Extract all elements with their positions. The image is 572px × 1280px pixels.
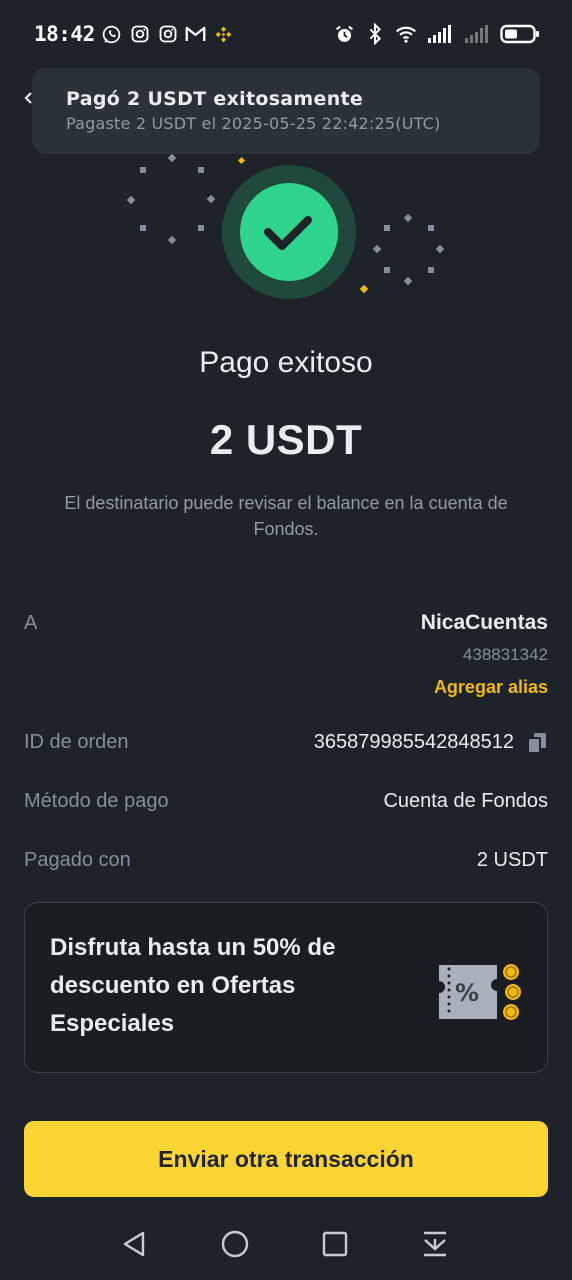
clock: 18:42 bbox=[34, 22, 95, 46]
svg-text:%: % bbox=[455, 979, 479, 1007]
copy-icon[interactable] bbox=[526, 731, 548, 755]
instagram-icon bbox=[129, 23, 151, 45]
notification-shade-icon[interactable] bbox=[419, 1228, 451, 1260]
back-arrow-icon[interactable] bbox=[24, 92, 32, 104]
add-alias-link[interactable]: Agregar alias bbox=[434, 677, 548, 698]
system-nav-bar bbox=[0, 1210, 572, 1280]
whatsapp-icon bbox=[101, 23, 123, 45]
payment-method-value: Cuenta de Fondos bbox=[383, 790, 548, 812]
discount-coupon-icon: % bbox=[439, 964, 521, 1020]
instagram-icon bbox=[157, 23, 179, 45]
paid-with-value: 2 USDT bbox=[476, 849, 548, 871]
order-id-label: ID de orden bbox=[24, 731, 129, 753]
result-note: El destinatario puede revisar el balance… bbox=[64, 493, 508, 539]
result-title: Pago exitoso bbox=[199, 346, 373, 379]
recipient-label: A bbox=[24, 612, 38, 634]
success-illustration bbox=[126, 153, 445, 299]
paid-with-label: Pagado con bbox=[24, 849, 131, 871]
home-icon[interactable] bbox=[219, 1228, 251, 1260]
promo-banner[interactable]: Disfruta hasta un 50% de descuento en Of… bbox=[24, 902, 548, 1073]
send-another-button[interactable]: Enviar otra transacción bbox=[24, 1121, 548, 1197]
promo-text: Disfruta hasta un 50% de descuento en Of… bbox=[50, 934, 336, 1037]
signal-icon bbox=[426, 23, 454, 45]
recipient-id: 438831342 bbox=[462, 645, 548, 664]
battery-icon bbox=[500, 23, 540, 45]
status-bar: 18:42 bbox=[0, 0, 572, 68]
payment-toast[interactable]: Pagó 2 USDT exitosamente Pagaste 2 USDT … bbox=[32, 68, 540, 154]
back-icon[interactable] bbox=[118, 1228, 150, 1260]
wifi-icon bbox=[395, 23, 417, 45]
recents-icon[interactable] bbox=[319, 1228, 351, 1260]
binance-icon bbox=[213, 23, 235, 45]
signal-icon bbox=[463, 23, 491, 45]
status-bar-right bbox=[333, 23, 540, 45]
gmail-icon bbox=[185, 23, 207, 45]
result-amount: 2 USDT bbox=[209, 416, 363, 463]
order-id-value: 365879985542848512 bbox=[313, 731, 514, 753]
payment-method-label: Método de pago bbox=[24, 790, 169, 812]
toast-title: Pagó 2 USDT exitosamente bbox=[66, 88, 364, 110]
recipient-name: NicaCuentas bbox=[420, 611, 548, 634]
alarm-icon bbox=[333, 23, 355, 45]
bluetooth-icon bbox=[364, 23, 386, 45]
status-bar-left: 18:42 bbox=[34, 22, 235, 46]
toast-subtitle: Pagaste 2 USDT el 2025-05-25 22:42:25(UT… bbox=[66, 114, 441, 133]
